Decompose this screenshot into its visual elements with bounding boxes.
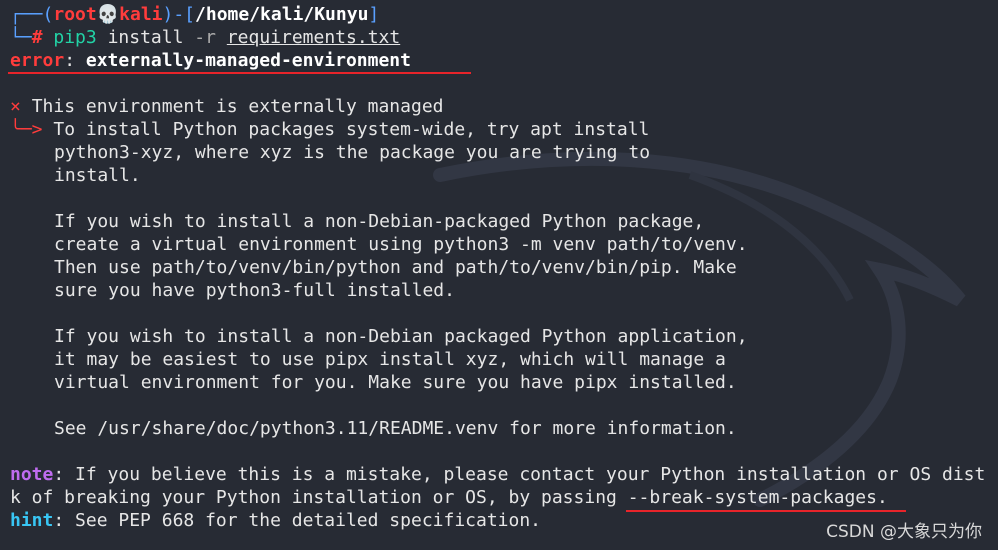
command-text: install	[96, 27, 195, 48]
red-underline-annotation	[626, 510, 906, 512]
details-heading-line: × This environment is externally managed	[10, 95, 444, 118]
skull-icon: 💀	[96, 4, 120, 25]
hint-text: : See PEP 668 for the detailed specifica…	[53, 510, 542, 531]
prompt-corner: ┌──(	[10, 4, 54, 25]
details-line: it may be easiest to use pipx install xy…	[54, 349, 726, 370]
prompt-path: /home/kali/Kunyu	[195, 4, 369, 25]
prompt-host: kali	[119, 4, 163, 25]
details-line: If you wish to install a non-Debian-pack…	[54, 211, 705, 232]
prompt-user: root	[53, 4, 97, 25]
note-text: : If you believe this is a mistake, plea…	[53, 464, 986, 485]
red-underline-annotation	[8, 72, 471, 74]
prompt-corner-bottom: └─	[10, 27, 32, 48]
command-argument: requirements.txt	[226, 27, 401, 48]
note-label: note	[10, 464, 54, 485]
command-line[interactable]: └─# pip3 install -r requirements.txt	[10, 26, 400, 49]
prompt-close-bracket: ]	[368, 4, 380, 25]
prompt-header-line: ┌──(root💀kali)-[/home/kali/Kunyu]	[10, 3, 379, 26]
note-continuation-line: k of breaking your Python installation o…	[10, 487, 888, 508]
details-line: install.	[54, 165, 141, 186]
command-name: pip3	[53, 27, 97, 48]
details-line: python3-xyz, where xyz is the package yo…	[54, 142, 651, 163]
note-line: note: If you believe this is a mistake, …	[10, 463, 998, 486]
details-line: ╰─> To install Python packages system-wi…	[10, 119, 650, 140]
csdn-watermark: CSDN @大象只为你	[826, 522, 982, 542]
prompt-hash: #	[31, 27, 43, 48]
prompt-separator: )-[	[162, 4, 196, 25]
details-line: virtual environment for you. Make sure y…	[54, 372, 737, 393]
x-mark-icon: ×	[10, 96, 21, 117]
details-line: If you wish to install a non-Debian pack…	[54, 326, 748, 347]
arrow-icon: ╰─>	[10, 119, 43, 140]
hint-line: hint: See PEP 668 for the detailed speci…	[10, 509, 541, 532]
error-label: error	[10, 50, 65, 71]
hint-label: hint	[10, 510, 54, 531]
command-flag: -r	[194, 27, 216, 48]
error-message: externally-managed-environment	[85, 50, 411, 71]
details-line: Then use path/to/venv/bin/python and pat…	[54, 257, 737, 278]
details-heading: This environment is externally managed	[31, 96, 444, 117]
break-system-packages-flag: --break-system-packages	[627, 487, 877, 508]
details-line: sure you have python3-full installed.	[54, 280, 455, 301]
terminal-window[interactable]: ┌──(root💀kali)-[/home/kali/Kunyu] └─# pi…	[0, 0, 998, 550]
error-line: error: externally-managed-environment	[10, 50, 411, 71]
details-line: create a virtual environment using pytho…	[54, 234, 748, 255]
details-line: See /usr/share/doc/python3.11/README.ven…	[54, 418, 737, 439]
